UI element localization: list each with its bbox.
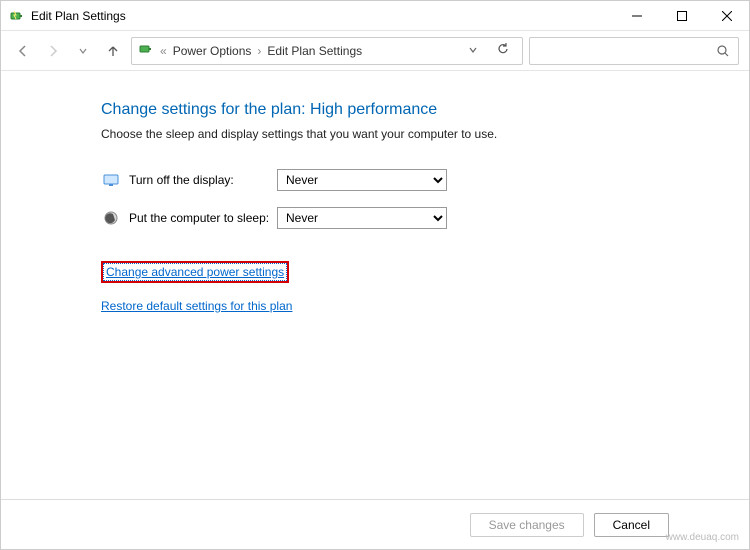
battery-icon [9,8,25,24]
address-bar[interactable]: « Power Options › Edit Plan Settings [131,37,523,65]
cancel-button[interactable]: Cancel [594,513,669,537]
breadcrumb-parent[interactable]: Power Options [173,44,252,58]
search-icon [716,44,730,58]
minimize-button[interactable] [614,1,659,31]
sleep-setting-row: Put the computer to sleep: Never [101,207,749,229]
display-select[interactable]: Never [277,169,447,191]
page-heading: Change settings for the plan: High perfo… [101,101,749,119]
search-input[interactable] [529,37,739,65]
forward-button[interactable] [41,39,65,63]
display-label: Turn off the display: [129,173,277,187]
chevron-right-icon: › [257,44,261,58]
breadcrumb-current[interactable]: Edit Plan Settings [267,44,362,58]
chevron-icon: « [160,44,167,58]
restore-defaults-link[interactable]: Restore default settings for this plan [101,299,292,313]
watermark: www.deuaq.com [666,532,739,543]
sleep-select[interactable]: Never [277,207,447,229]
advanced-settings-link[interactable]: Change advanced power settings [101,261,289,283]
footer: Save changes Cancel [1,499,749,549]
recent-dropdown[interactable] [71,39,95,63]
address-dropdown[interactable] [462,44,484,58]
content-area: Change settings for the plan: High perfo… [1,71,749,499]
display-icon [101,170,121,190]
close-button[interactable] [704,1,749,31]
page-subtext: Choose the sleep and display settings th… [101,127,749,141]
sleep-icon [101,208,121,228]
refresh-button[interactable] [490,42,516,59]
back-button[interactable] [11,39,35,63]
window: Edit Plan Settings « Power Options › Edi… [0,0,750,550]
titlebar: Edit Plan Settings [1,1,749,31]
links-section: Change advanced power settings Restore d… [101,261,749,327]
up-button[interactable] [101,39,125,63]
display-setting-row: Turn off the display: Never [101,169,749,191]
save-button: Save changes [470,513,584,537]
window-title: Edit Plan Settings [31,9,614,23]
sleep-label: Put the computer to sleep: [129,211,277,225]
navbar: « Power Options › Edit Plan Settings [1,31,749,71]
battery-icon [138,41,154,60]
maximize-button[interactable] [659,1,704,31]
